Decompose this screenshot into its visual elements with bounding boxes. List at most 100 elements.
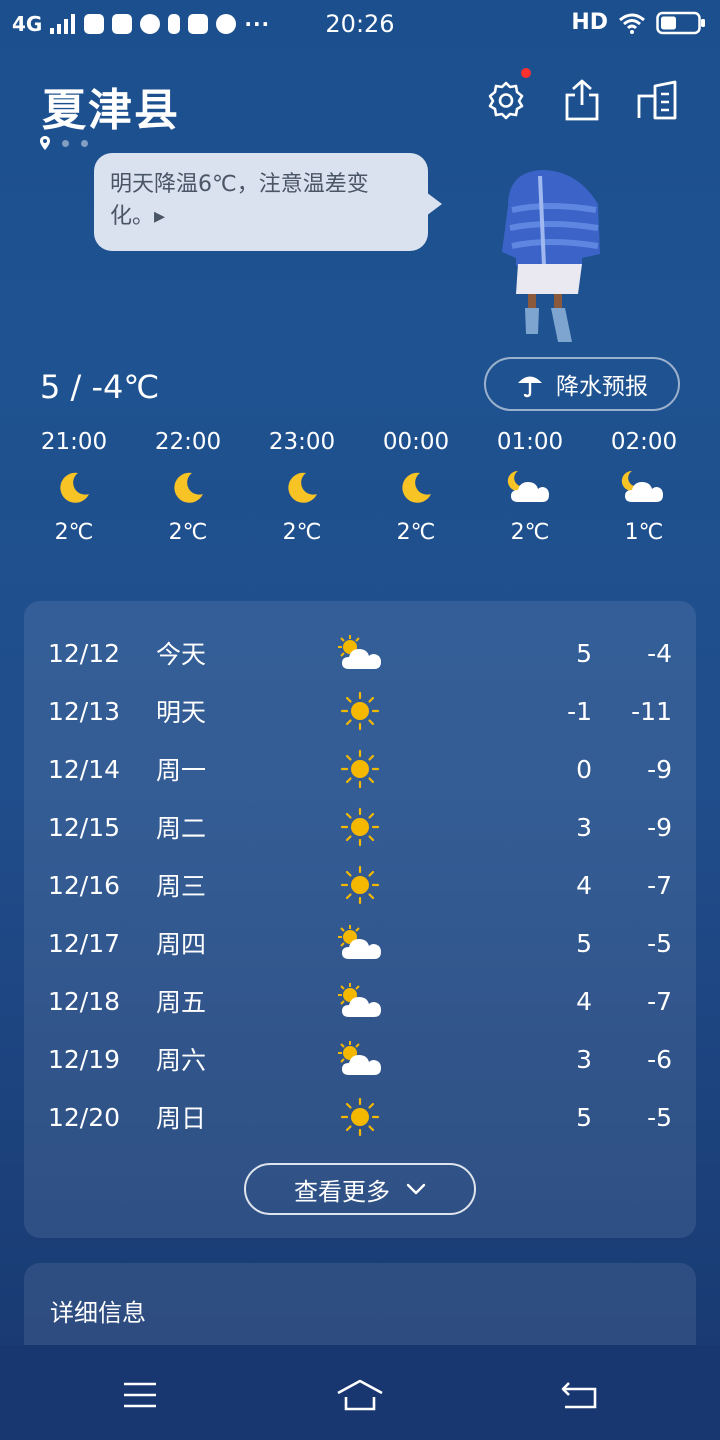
system-navigation-bar (0, 1345, 720, 1440)
hour-temp: 2℃ (510, 520, 550, 545)
hourly-item: 00:00 2℃ (359, 424, 473, 545)
location-pin-icon (40, 136, 50, 150)
day-name: 周一 (156, 756, 207, 785)
weather-tip-bubble[interactable]: 明天降温6℃，注意温差变化。▸ (94, 153, 428, 251)
rain-forecast-button[interactable]: 降水预报 (484, 357, 680, 411)
view-more-button[interactable]: 查看更多 (244, 1163, 476, 1215)
tip-bubble-tail (426, 192, 442, 216)
hourly-item: 23:00 2℃ (245, 424, 359, 545)
daily-row[interactable]: 12/12 今天 5 -4 (48, 624, 672, 682)
status-bar: 4G ··· 20:26 HD (0, 0, 720, 52)
battery-icon (656, 11, 705, 34)
hour-temp: 2℃ (396, 520, 436, 545)
day-high-temp: 5 (576, 638, 592, 668)
share-button[interactable] (558, 76, 606, 124)
chevron-down-icon (406, 1183, 426, 1195)
hour-time: 21:00 (40, 429, 108, 455)
day-date: 12/16 (48, 870, 121, 900)
hourly-item: 22:00 2℃ (131, 424, 245, 545)
sun-icon (334, 1097, 386, 1137)
day-date: 12/17 (48, 928, 121, 958)
day-name: 明天 (156, 698, 207, 727)
sun-icon (334, 865, 386, 905)
day-high-temp: 3 (576, 1044, 592, 1074)
daily-row[interactable]: 12/19 周六 3 -6 (48, 1030, 672, 1088)
menu-icon (124, 1382, 156, 1408)
moon-icon (170, 460, 206, 516)
daily-row[interactable]: 12/17 周四 5 -5 (48, 914, 672, 972)
day-low-temp: -11 (631, 696, 672, 726)
hour-time: 02:00 (610, 429, 678, 455)
day-name: 周六 (156, 1046, 207, 1075)
day-high-temp: 0 (576, 754, 592, 784)
day-low-temp: -9 (647, 812, 672, 842)
day-date: 12/19 (48, 1044, 121, 1074)
hour-temp: 1℃ (624, 520, 664, 545)
hour-temp: 2℃ (282, 520, 322, 545)
day-low-temp: -9 (647, 754, 672, 784)
city-name[interactable]: 夏津县 (42, 74, 180, 138)
day-high-temp: -1 (567, 696, 592, 726)
moon-icon (398, 460, 434, 516)
day-high-temp: 4 (576, 986, 592, 1016)
day-high-temp: 5 (576, 928, 592, 958)
sun-icon (334, 807, 386, 847)
daily-forecast-card: 12/12 今天 5 -4 12/13 明天 -1 -11 12/14 周一 0… (24, 601, 696, 1238)
sun-cloud-icon (334, 981, 386, 1021)
rain-forecast-label: 降水预报 (556, 374, 648, 400)
day-low-temp: -6 (647, 1044, 672, 1074)
dressing-figure-illustration (498, 166, 608, 348)
settings-notification-badge (521, 68, 531, 78)
sun-icon (334, 691, 386, 731)
view-more-label: 查看更多 (294, 1177, 390, 1206)
status-right: HD (571, 10, 706, 35)
day-date: 12/13 (48, 696, 121, 726)
settings-button[interactable] (482, 76, 530, 124)
day-date: 12/20 (48, 1102, 121, 1132)
buildings-icon (637, 80, 677, 120)
daily-row[interactable]: 12/18 周五 4 -7 (48, 972, 672, 1030)
day-date: 12/12 (48, 638, 121, 668)
daily-row[interactable]: 12/16 周三 4 -7 (48, 856, 672, 914)
day-name: 今天 (156, 640, 207, 669)
hour-time: 23:00 (268, 429, 336, 455)
day-name: 周五 (156, 988, 207, 1017)
home-button[interactable] (330, 1375, 390, 1415)
day-name: 周二 (156, 814, 207, 843)
sun-cloud-icon (334, 1039, 386, 1079)
day-low-temp: -5 (647, 1102, 672, 1132)
page-dot (62, 139, 69, 147)
sun-cloud-icon (334, 923, 386, 963)
day-date: 12/15 (48, 812, 121, 842)
hourly-item: 02:00 1℃ (587, 424, 701, 545)
wifi-icon (619, 13, 645, 34)
daily-row[interactable]: 12/13 明天 -1 -11 (48, 682, 672, 740)
back-button[interactable] (550, 1375, 610, 1415)
gear-icon (488, 81, 524, 120)
daily-row[interactable]: 12/15 周二 3 -9 (48, 798, 672, 856)
hourly-item: 01:00 2℃ (473, 424, 587, 545)
daily-row[interactable]: 12/20 周日 5 -5 (48, 1088, 672, 1146)
city-manage-button[interactable] (634, 76, 682, 124)
day-high-temp: 3 (576, 812, 592, 842)
menu-button[interactable] (110, 1375, 170, 1415)
sun-icon (334, 749, 386, 789)
hour-temp: 2℃ (168, 520, 208, 545)
day-low-temp: -4 (647, 638, 672, 668)
day-name: 周日 (156, 1104, 207, 1133)
back-icon (561, 1382, 597, 1409)
day-low-temp: -7 (647, 870, 672, 900)
moon-cloud-icon (620, 460, 668, 516)
hour-time: 01:00 (496, 429, 564, 455)
hour-time: 22:00 (154, 429, 222, 455)
hourly-forecast[interactable]: 21:00 2℃ 22:00 2℃ 23:00 2℃ 00:00 2℃ 01:0… (17, 424, 703, 545)
page-dot (81, 139, 88, 147)
day-high-temp: 4 (576, 870, 592, 900)
hour-temp: 2℃ (54, 520, 94, 545)
daily-row[interactable]: 12/14 周一 0 -9 (48, 740, 672, 798)
hour-time: 00:00 (382, 429, 450, 455)
hd-badge: HD (571, 10, 608, 35)
day-date: 12/14 (48, 754, 121, 784)
hourly-item: 21:00 2℃ (17, 424, 131, 545)
day-date: 12/18 (48, 986, 121, 1016)
